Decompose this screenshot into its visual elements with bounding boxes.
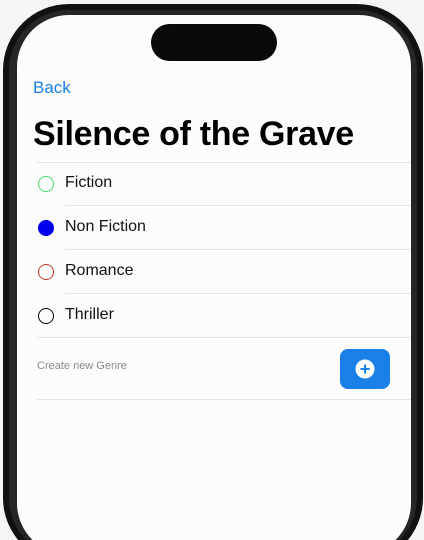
genre-label: Fiction (65, 174, 113, 191)
plus-circle-icon (355, 359, 375, 379)
create-genre-input[interactable] (37, 360, 317, 372)
genre-list: Fiction Non Fiction Romance Thriller (17, 162, 411, 400)
create-genre-row (17, 338, 411, 400)
genre-label: Non Fiction (65, 218, 146, 235)
genre-row-fiction[interactable]: Fiction (17, 162, 411, 206)
genre-row-thriller[interactable]: Thriller (17, 294, 411, 338)
radio-unselected-icon[interactable] (38, 264, 54, 280)
genre-row-romance[interactable]: Romance (17, 250, 411, 294)
app-screen: Back Silence of the Grave Fiction Non Fi… (17, 15, 411, 540)
page: Back Silence of the Grave Fiction Non Fi… (0, 0, 424, 540)
radio-unselected-icon[interactable] (38, 176, 54, 192)
radio-selected-icon[interactable] (38, 220, 54, 236)
genre-row-non-fiction[interactable]: Non Fiction (17, 206, 411, 250)
add-genre-button[interactable] (340, 349, 390, 389)
page-title: Silence of the Grave (33, 115, 354, 153)
row-divider (37, 399, 411, 400)
back-button[interactable]: Back (33, 78, 71, 98)
genre-label: Thriller (65, 306, 114, 323)
radio-unselected-icon[interactable] (38, 308, 54, 324)
genre-label: Romance (65, 262, 134, 279)
dynamic-island (151, 24, 277, 61)
